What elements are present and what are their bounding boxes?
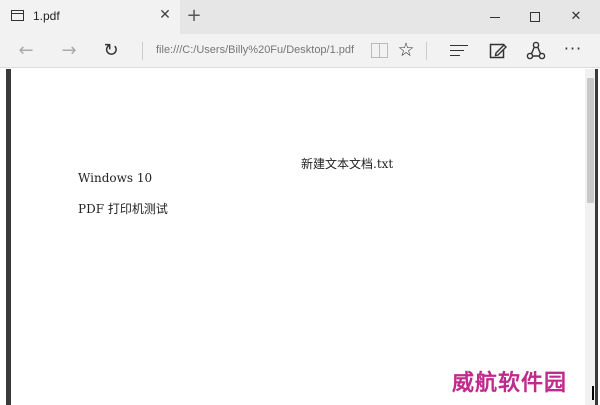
share-icon[interactable] [526,41,546,61]
text-cursor [592,386,594,400]
toolbar-divider [426,42,427,60]
minimize-icon [490,17,500,18]
maximize-icon [530,12,540,22]
more-icon[interactable]: ··· [562,40,584,60]
refresh-button[interactable]: ↻ [100,41,122,61]
tab-1-pdf[interactable]: 1.pdf ✕ [0,0,180,34]
scrollbar-thumb[interactable] [587,78,594,203]
navigation-bar: ← → ↻ file:///C:/Users/Billy%20Fu/Deskto… [0,34,600,68]
new-tab-button[interactable]: + [184,5,204,27]
pdf-page: 新建文本文档.txt Windows 10 PDF 打印机测试 [11,69,585,405]
address-bar[interactable]: file:///C:/Users/Billy%20Fu/Desktop/1.pd… [156,44,361,60]
site-watermark: 威航软件园 [452,371,568,396]
back-button[interactable]: ← [15,41,37,61]
pdf-document-header: 新建文本文档.txt [301,157,394,171]
hub-icon[interactable] [450,45,468,57]
address-divider [142,42,143,60]
tab-close-icon[interactable]: ✕ [158,7,172,23]
minimize-button[interactable] [485,7,505,27]
reading-view-icon[interactable] [371,43,388,58]
web-note-icon[interactable] [489,42,507,60]
tab-bar: 1.pdf ✕ + ✕ [0,0,600,34]
maximize-button[interactable] [525,7,545,27]
tab-title: 1.pdf [33,9,60,23]
forward-button[interactable]: → [58,41,80,61]
favorite-star-icon[interactable]: ☆ [396,39,416,61]
pdf-text-line-1: Windows 10 [78,171,153,185]
viewer-right-border [595,69,598,405]
close-window-button[interactable]: ✕ [566,7,586,27]
tab-page-icon [11,10,24,21]
pdf-text-line-2: PDF 打印机测试 [78,202,168,216]
